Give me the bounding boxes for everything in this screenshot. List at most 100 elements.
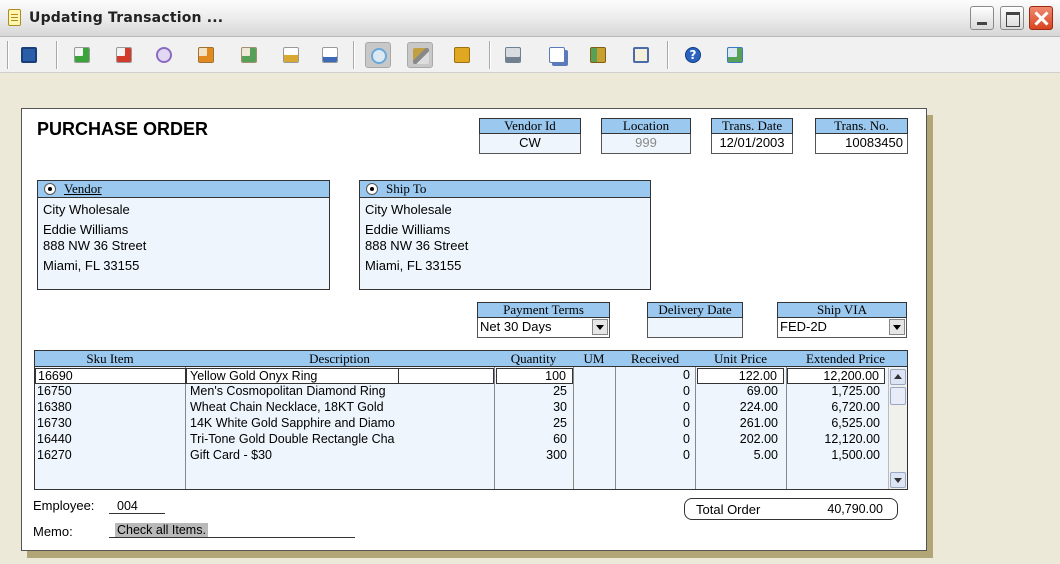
scroll-down-icon[interactable] bbox=[890, 472, 906, 488]
column-header-description[interactable]: Description bbox=[185, 351, 494, 366]
unit-price-cell: 202.00 bbox=[739, 432, 778, 446]
extended-price-cell[interactable]: 12,200.00 bbox=[787, 368, 885, 384]
line-items-grid: Sku Item Description Quantity UM Receive… bbox=[34, 350, 908, 490]
approve-icon bbox=[198, 47, 214, 63]
table-row[interactable]: 16270 Gift Card - $30 300 0 5.00 1,500.0… bbox=[35, 448, 887, 464]
vendor-line-2: Eddie Williams bbox=[43, 222, 129, 237]
print-icon bbox=[505, 47, 521, 63]
received-cell: 0 bbox=[683, 368, 690, 382]
column-header-quantity[interactable]: Quantity bbox=[494, 351, 573, 366]
received-cell: 0 bbox=[683, 448, 690, 462]
save-button[interactable] bbox=[16, 42, 42, 68]
sku-cell: 16380 bbox=[37, 400, 72, 414]
maximize-button[interactable] bbox=[1000, 6, 1024, 30]
received-cell: 0 bbox=[683, 416, 690, 430]
total-order-value: 40,790.00 bbox=[827, 502, 883, 516]
unit-price-cell: 69.00 bbox=[746, 384, 778, 398]
clipboard-button[interactable] bbox=[628, 42, 654, 68]
radio-selected-icon bbox=[366, 183, 378, 195]
scroll-thumb[interactable] bbox=[890, 387, 906, 405]
wand-button[interactable] bbox=[407, 42, 433, 68]
sku-cell[interactable]: 16690 bbox=[35, 368, 186, 384]
delivery-date-field[interactable] bbox=[647, 318, 743, 338]
package-button[interactable] bbox=[449, 42, 475, 68]
refresh-button[interactable] bbox=[365, 42, 391, 68]
vendor-id-field[interactable]: CW bbox=[479, 134, 581, 154]
find-icon bbox=[156, 47, 172, 63]
column-header-extended-price[interactable]: Extended Price bbox=[786, 351, 905, 366]
close-button[interactable] bbox=[1029, 6, 1053, 30]
column-header-um[interactable]: UM bbox=[573, 351, 615, 366]
page-title: PURCHASE ORDER bbox=[37, 119, 209, 139]
received-cell: 0 bbox=[683, 400, 690, 414]
report-icon bbox=[322, 47, 338, 63]
grid-scrollbar[interactable] bbox=[888, 368, 907, 489]
minimize-button[interactable] bbox=[970, 6, 994, 30]
scroll-up-icon[interactable] bbox=[890, 369, 906, 385]
vendor-radio[interactable]: Vendor bbox=[38, 181, 329, 198]
memo-label: Memo: bbox=[33, 524, 73, 539]
exit-button[interactable] bbox=[722, 42, 748, 68]
payment-terms-select[interactable]: Net 30 Days bbox=[477, 318, 610, 338]
help-icon: ? bbox=[685, 47, 701, 63]
chevron-down-icon[interactable] bbox=[592, 319, 608, 335]
package-icon bbox=[454, 47, 470, 63]
trans-date-field[interactable]: 12/01/2003 bbox=[711, 134, 793, 154]
column-header-unit-price[interactable]: Unit Price bbox=[695, 351, 786, 366]
table-row[interactable]: 16380 Wheat Chain Necklace, 18KT Gold 30… bbox=[35, 400, 887, 416]
ship-to-radio[interactable]: Ship To bbox=[360, 181, 650, 198]
title-bar: Updating Transaction ... bbox=[0, 0, 1060, 37]
description-extra-cell[interactable] bbox=[398, 368, 494, 384]
column-header-received[interactable]: Received bbox=[615, 351, 695, 366]
table-row[interactable]: 16690 Yellow Gold Onyx Ring 100 0 122.00… bbox=[35, 368, 887, 384]
import-button[interactable] bbox=[278, 42, 304, 68]
copy-button[interactable] bbox=[544, 42, 570, 68]
help-button[interactable]: ? bbox=[680, 42, 706, 68]
toolbar-separator bbox=[56, 41, 58, 69]
add-new-button[interactable] bbox=[69, 42, 95, 68]
trans-no-label: Trans. No. bbox=[815, 118, 908, 134]
import-icon bbox=[283, 47, 299, 63]
extended-price-cell: 1,500.00 bbox=[831, 448, 880, 462]
unit-price-cell[interactable]: 122.00 bbox=[697, 368, 784, 384]
column-header-sku[interactable]: Sku Item bbox=[35, 351, 185, 366]
unit-price-cell: 224.00 bbox=[739, 400, 778, 414]
report-button[interactable] bbox=[317, 42, 343, 68]
unit-price-cell: 5.00 bbox=[753, 448, 778, 462]
find-button[interactable] bbox=[151, 42, 177, 68]
payment-terms-label: Payment Terms bbox=[477, 302, 610, 318]
vendor-id-label: Vendor Id bbox=[479, 118, 581, 134]
ship-via-box: Ship VIA FED-2D bbox=[777, 302, 907, 338]
gift-button[interactable] bbox=[585, 42, 611, 68]
extended-price-cell: 6,525.00 bbox=[831, 416, 880, 430]
print-button[interactable] bbox=[500, 42, 526, 68]
employee-label: Employee: bbox=[33, 498, 95, 513]
sku-cell: 16730 bbox=[37, 416, 72, 430]
add-item-button[interactable] bbox=[236, 42, 262, 68]
purchase-order-form: PURCHASE ORDER Vendor Id CW Location 999… bbox=[21, 108, 927, 551]
memo-field[interactable]: Check all Items. bbox=[109, 523, 355, 538]
sku-cell: 16750 bbox=[37, 384, 72, 398]
quantity-cell[interactable]: 100 bbox=[496, 368, 573, 384]
vendor-line-1: City Wholesale bbox=[43, 202, 130, 217]
quantity-cell: 25 bbox=[553, 384, 567, 398]
quantity-cell: 30 bbox=[553, 400, 567, 414]
table-row[interactable]: 16730 14K White Gold Sapphire and Diamo … bbox=[35, 416, 887, 432]
trans-no-field[interactable]: 10083450 bbox=[815, 134, 908, 154]
extended-price-cell: 6,720.00 bbox=[831, 400, 880, 414]
location-field[interactable]: 999 bbox=[601, 134, 691, 154]
toolbar-separator bbox=[667, 41, 669, 69]
vendor-line-3: 888 NW 36 Street bbox=[43, 238, 147, 253]
description-cell: 14K White Gold Sapphire and Diamo bbox=[190, 416, 395, 430]
approve-button[interactable] bbox=[193, 42, 219, 68]
ship-via-select[interactable]: FED-2D bbox=[777, 318, 907, 338]
trans-date-box: Trans. Date 12/01/2003 bbox=[711, 118, 793, 154]
wand-icon bbox=[413, 48, 429, 64]
table-row[interactable]: 16440 Tri-Tone Gold Double Rectangle Cha… bbox=[35, 432, 887, 448]
description-cell[interactable]: Yellow Gold Onyx Ring bbox=[186, 368, 399, 384]
ship-to-label: Ship To bbox=[386, 181, 427, 196]
delete-button[interactable] bbox=[111, 42, 137, 68]
employee-field[interactable]: 004 bbox=[109, 499, 165, 514]
chevron-down-icon[interactable] bbox=[889, 319, 905, 335]
table-row[interactable]: 16750 Men's Cosmopolitan Diamond Ring 25… bbox=[35, 384, 887, 400]
